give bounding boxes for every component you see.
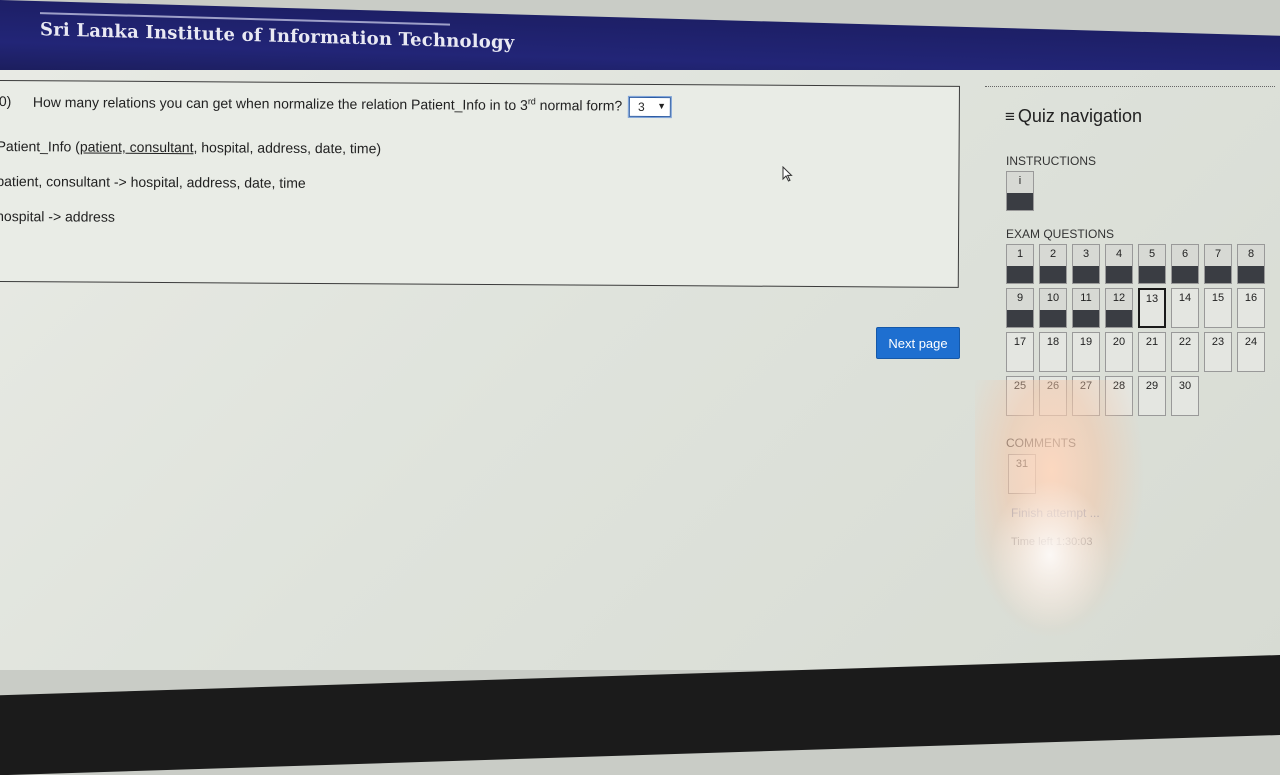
question-button-number: 1 (1016, 248, 1024, 260)
question-button-30[interactable]: 30 (1171, 376, 1199, 416)
question-button-number: 24 (1244, 336, 1258, 348)
functional-dependency-1: patient, consultant -> hospital, address… (0, 173, 306, 191)
question-button-number: 19 (1079, 336, 1093, 348)
instructions-button-label: i (1018, 175, 1022, 187)
question-button-11[interactable]: 11 (1072, 288, 1100, 328)
question-box: 0) How many relations you can get when n… (0, 80, 960, 288)
question-number: 0) (0, 93, 12, 110)
chevron-down-icon: ▼ (657, 101, 667, 112)
question-button-number: 30 (1178, 380, 1192, 392)
question-button-27[interactable]: 27 (1072, 376, 1100, 416)
question-button-number: 15 (1211, 292, 1225, 304)
question-button-number: 5 (1148, 248, 1156, 260)
instructions-label: INSTRUCTIONS (1006, 154, 1096, 168)
quiz-navigation-label: Quiz navigation (1017, 106, 1142, 126)
quiz-navigation: ≡ Quiz navigation INSTRUCTIONS i EXAM QUE… (985, 86, 1280, 566)
question-button-19[interactable]: 19 (1072, 332, 1100, 372)
question-button-9[interactable]: 9 (1006, 288, 1034, 328)
relation-primary-key: patient, consultant (79, 138, 194, 156)
question-button-1[interactable]: 1 (1006, 244, 1034, 284)
next-page-button[interactable]: Next page (876, 327, 960, 359)
question-button-12[interactable]: 12 (1105, 288, 1133, 328)
question-button-28[interactable]: 28 (1105, 376, 1133, 416)
question-button-number: 22 (1178, 336, 1192, 348)
comments-button[interactable]: 31 (1008, 454, 1036, 494)
question-button-23[interactable]: 23 (1204, 332, 1232, 372)
question-button-4[interactable]: 4 (1105, 244, 1133, 284)
question-button-number: 2 (1049, 248, 1057, 260)
mouse-cursor-icon (782, 166, 793, 182)
question-button-number: 7 (1214, 248, 1222, 260)
question-button-5[interactable]: 5 (1138, 244, 1166, 284)
question-button-20[interactable]: 20 (1105, 332, 1133, 372)
question-button-18[interactable]: 18 (1039, 332, 1067, 372)
functional-dependency-2: hospital -> address (0, 208, 115, 225)
question-button-24[interactable]: 24 (1237, 332, 1265, 372)
question-button-number: 17 (1013, 336, 1027, 348)
question-button-17[interactable]: 17 (1006, 332, 1034, 372)
question-button-number: 11 (1080, 292, 1092, 304)
question-button-13[interactable]: 13 (1138, 288, 1166, 328)
question-button-8[interactable]: 8 (1237, 244, 1265, 284)
question-superscript: rd (527, 96, 536, 107)
nav-divider (985, 86, 1275, 87)
question-button-number: 21 (1145, 336, 1159, 348)
question-button-number: 20 (1112, 336, 1126, 348)
question-button-22[interactable]: 22 (1171, 332, 1199, 372)
time-left: Time left 1:30:03 (1011, 536, 1093, 548)
question-button-3[interactable]: 3 (1072, 244, 1100, 284)
question-button-number: 16 (1244, 292, 1258, 304)
exam-questions-label: EXAM QUESTIONS (1006, 227, 1115, 241)
question-button-number: 14 (1178, 292, 1192, 304)
question-button-number: 8 (1247, 248, 1255, 260)
question-button-number: 6 (1181, 248, 1189, 260)
monitor-bezel (0, 655, 1280, 775)
question-text: How many relations you can get when norm… (32, 93, 673, 119)
question-button-6[interactable]: 6 (1171, 244, 1199, 284)
comments-button-label: 31 (1015, 458, 1029, 470)
question-button-16[interactable]: 16 (1237, 288, 1265, 328)
question-button-number: 23 (1211, 336, 1225, 348)
question-button-14[interactable]: 14 (1171, 288, 1199, 328)
question-button-7[interactable]: 7 (1204, 244, 1232, 284)
comments-label: COMMENTS (1006, 436, 1076, 450)
relation-schema: Patient_Info (patient, consultant, hospi… (0, 138, 381, 156)
question-text-main: How many relations you can get when norm… (32, 93, 528, 113)
question-button-number: 27 (1079, 380, 1093, 392)
question-button-number: 3 (1082, 248, 1090, 260)
question-button-number: 13 (1145, 293, 1159, 305)
question-button-number: 28 (1112, 380, 1126, 392)
question-button-number: 25 (1013, 380, 1027, 392)
menu-icon: ≡ (1005, 107, 1015, 126)
question-button-number: 18 (1046, 336, 1060, 348)
finish-attempt-link[interactable]: Finish attempt ... (1011, 506, 1100, 520)
question-button-25[interactable]: 25 (1006, 376, 1034, 416)
question-text-tail: normal form? (535, 97, 623, 114)
relation-name: Patient_Info ( (0, 138, 80, 155)
question-button-10[interactable]: 10 (1039, 288, 1067, 328)
relation-attributes: , hospital, address, date, time) (193, 139, 382, 157)
instructions-button[interactable]: i (1006, 171, 1034, 211)
quiz-navigation-title: ≡ Quiz navigation (1005, 106, 1142, 127)
question-button-number: 10 (1046, 292, 1060, 304)
question-button-number: 9 (1016, 292, 1024, 304)
question-button-29[interactable]: 29 (1138, 376, 1166, 416)
question-button-number: 26 (1046, 380, 1060, 392)
question-button-21[interactable]: 21 (1138, 332, 1166, 372)
question-button-15[interactable]: 15 (1204, 288, 1232, 328)
question-button-26[interactable]: 26 (1039, 376, 1067, 416)
answer-dropdown-value: 3 (638, 99, 645, 114)
question-button-number: 12 (1112, 292, 1126, 304)
question-button-2[interactable]: 2 (1039, 244, 1067, 284)
question-button-number: 29 (1145, 380, 1159, 392)
question-button-number: 4 (1115, 248, 1123, 260)
answer-dropdown[interactable]: 3 ▼ (628, 95, 673, 119)
